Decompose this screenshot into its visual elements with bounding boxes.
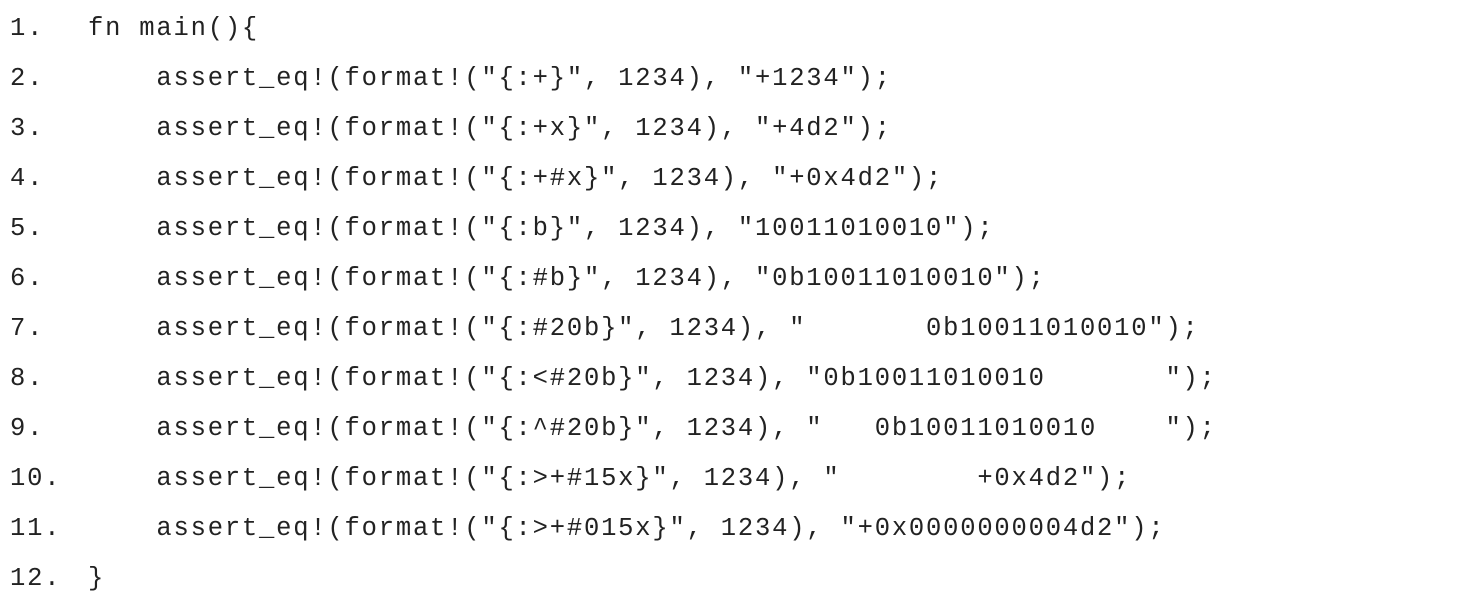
line-code: assert_eq!(format!("{:+x}", 1234), "+4d2… xyxy=(88,113,892,143)
line-number: 10. xyxy=(10,463,62,493)
code-line-12: 12.} xyxy=(10,553,105,603)
line-number: 8. xyxy=(10,363,45,393)
line-code: assert_eq!(format!("{:>+#15x}", 1234), "… xyxy=(88,463,1132,493)
code-listing: 1. fn main(){ 2. assert_eq!(format!("{:+}… xyxy=(0,0,1469,602)
code-line-5: 5. assert_eq!(format!("{:b}", 1234), "10… xyxy=(10,203,994,253)
line-number: 2. xyxy=(10,63,45,93)
line-number: 9. xyxy=(10,413,45,443)
code-line-8: 8. assert_eq!(format!("{:<#20b}", 1234),… xyxy=(10,353,1217,403)
code-line-9: 9. assert_eq!(format!("{:^#20b}", 1234),… xyxy=(10,403,1217,453)
line-code: assert_eq!(format!("{:<#20b}", 1234), "0… xyxy=(88,363,1217,393)
line-number: 6. xyxy=(10,263,45,293)
line-number: 7. xyxy=(10,313,45,343)
line-number: 11. xyxy=(10,513,62,543)
line-code: fn main(){ xyxy=(88,13,260,43)
line-code: assert_eq!(format!("{:#b}", 1234), "0b10… xyxy=(88,263,1046,293)
line-number: 3. xyxy=(10,113,45,143)
line-code: assert_eq!(format!("{:^#20b}", 1234), " … xyxy=(88,413,1217,443)
line-number: 4. xyxy=(10,163,45,193)
line-number: 12. xyxy=(10,563,62,593)
code-line-11: 11. assert_eq!(format!("{:>+#015x}", 123… xyxy=(10,503,1165,553)
line-code: assert_eq!(format!("{:#20b}", 1234), " 0… xyxy=(88,313,1200,343)
line-code: assert_eq!(format!("{:+}", 1234), "+1234… xyxy=(88,63,892,93)
line-code: assert_eq!(format!("{:+#x}", 1234), "+0x… xyxy=(88,163,944,193)
line-code: } xyxy=(88,563,106,593)
code-line-6: 6. assert_eq!(format!("{:#b}", 1234), "0… xyxy=(10,253,1046,303)
line-number: 1. xyxy=(10,13,45,43)
line-code: assert_eq!(format!("{:b}", 1234), "10011… xyxy=(88,213,995,243)
code-line-4: 4. assert_eq!(format!("{:+#x}", 1234), "… xyxy=(10,153,943,203)
code-line-1: 1. fn main(){ xyxy=(10,3,259,53)
line-code: assert_eq!(format!("{:>+#015x}", 1234), … xyxy=(88,513,1166,543)
code-line-2: 2. assert_eq!(format!("{:+}", 1234), "+1… xyxy=(10,53,892,103)
code-line-7: 7. assert_eq!(format!("{:#20b}", 1234), … xyxy=(10,303,1200,353)
code-line-3: 3. assert_eq!(format!("{:+x}", 1234), "+… xyxy=(10,103,892,153)
line-number: 5. xyxy=(10,213,45,243)
code-line-10: 10. assert_eq!(format!("{:>+#15x}", 1234… xyxy=(10,453,1131,503)
